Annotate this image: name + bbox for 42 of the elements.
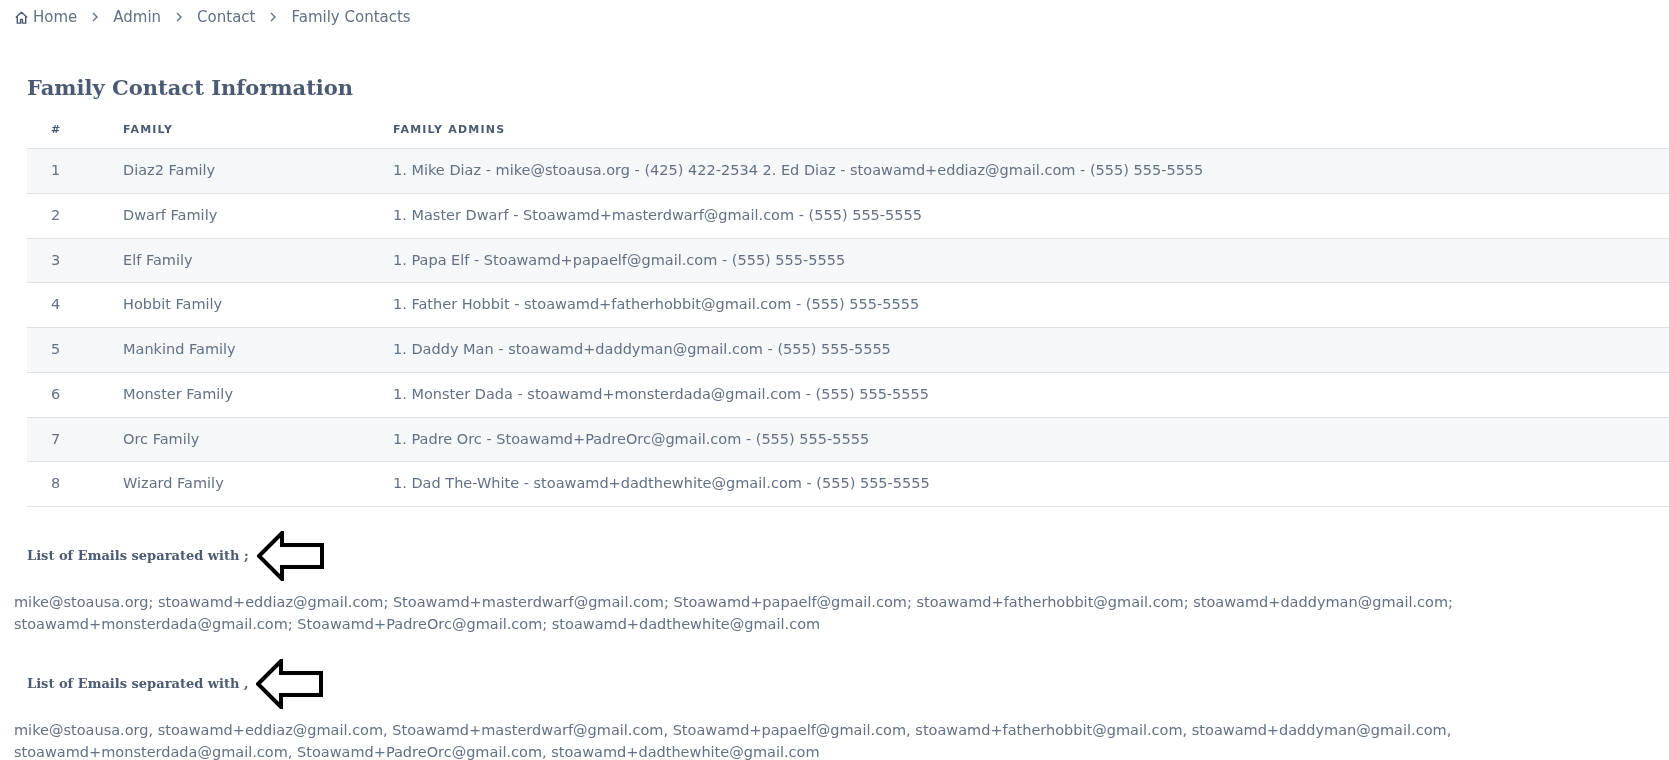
table-cell: 7 [27, 417, 123, 462]
table-cell: 1. Dad The-White - stoawamd+dadthewhite@gmail.com - (555) 555-5555 [393, 461, 1669, 507]
table-cell: Elf Family [123, 238, 393, 283]
table-cell: 1. Father Hobbit - stoawamd+fatherhobbit@gmail.com - (555) 555-5555 [393, 282, 1669, 328]
table-cell: Monster Family [123, 372, 393, 418]
table-cell: 1. Master Dwarf - Stoawamd+masterdwarf@gmail.com - (555) 555-5555 [393, 193, 1669, 239]
chevron-icon [91, 11, 100, 24]
table-cell: Wizard Family [123, 461, 393, 507]
breadcrumb-current: Family Contacts [291, 7, 411, 28]
breadcrumb-link[interactable]: Admin [113, 6, 162, 29]
left-arrow-icon [256, 531, 325, 582]
table-cell: 1. Mike Diaz - mike@stoausa.org - (425) 422-2534 2. Ed Diaz - stoawamd+eddiaz@gmail.com - (555) 555-5555 [393, 148, 1669, 194]
section-heading: List of Emails separated with , [27, 675, 249, 694]
table-cell: 3 [27, 238, 123, 283]
table-cell: Diaz2 Family [123, 148, 393, 194]
table-cell: 2 [27, 193, 123, 239]
column-header: # [27, 121, 123, 149]
table-cell: 6 [27, 372, 123, 418]
table-cell: 1. Papa Elf - Stoawamd+papaelf@gmail.com - (555) 555-5555 [393, 238, 1669, 283]
breadcrumb-link[interactable]: Home [14, 6, 78, 29]
table-cell: 1. Padre Orc - Stoawamd+PadreOrc@gmail.com - (555) 555-5555 [393, 417, 1669, 462]
table-cell: Dwarf Family [123, 193, 393, 239]
chevron-icon [269, 11, 278, 24]
breadcrumb-link[interactable]: Contact [197, 6, 256, 29]
page-title: Family Contact Information [27, 74, 355, 100]
left-arrow-icon [256, 659, 325, 710]
home-icon [14, 9, 29, 25]
table-cell: Mankind Family [123, 327, 393, 373]
column-header: FAMILY [123, 121, 393, 149]
table-cell: 5 [27, 327, 123, 373]
table-cell: 4 [27, 282, 123, 328]
table-cell: 8 [27, 461, 123, 507]
chevron-icon [175, 11, 184, 24]
column-header: FAMILY ADMINS [393, 121, 1669, 149]
email-list: mike@stoausa.org; stoawamd+eddiaz@gmail.com; Stoawamd+masterdwarf@gmail.com; Stoawamd+papaelf@gmail.com; stoawamd+fatherhobbit@gmail.com; stoawamd+daddyman@gmail.com; stoawamd+monsterdada@gmail.com; Stoawamd+PadreOrc@gmail.com; stoawamd+dadthewhite@gmail.com [14, 591, 1655, 636]
table-cell: Orc Family [123, 417, 393, 462]
table-cell: 1. Daddy Man - stoawamd+daddyman@gmail.com - (555) 555-5555 [393, 327, 1669, 373]
table-cell: Hobbit Family [123, 282, 393, 328]
table-cell: 1. Monster Dada - stoawamd+monsterdada@gmail.com - (555) 555-5555 [393, 372, 1669, 418]
table-cell: 1 [27, 148, 123, 194]
section-heading: List of Emails separated with ; [27, 547, 249, 566]
email-list: mike@stoausa.org, stoawamd+eddiaz@gmail.com, Stoawamd+masterdwarf@gmail.com, Stoawamd+papaelf@gmail.com, stoawamd+fatherhobbit@gmail.com, stoawamd+daddyman@gmail.com, stoawamd+monsterdada@gmail.com, Stoawamd+PadreOrc@gmail.com, stoawamd+dadthewhite@gmail.com [14, 719, 1655, 760]
